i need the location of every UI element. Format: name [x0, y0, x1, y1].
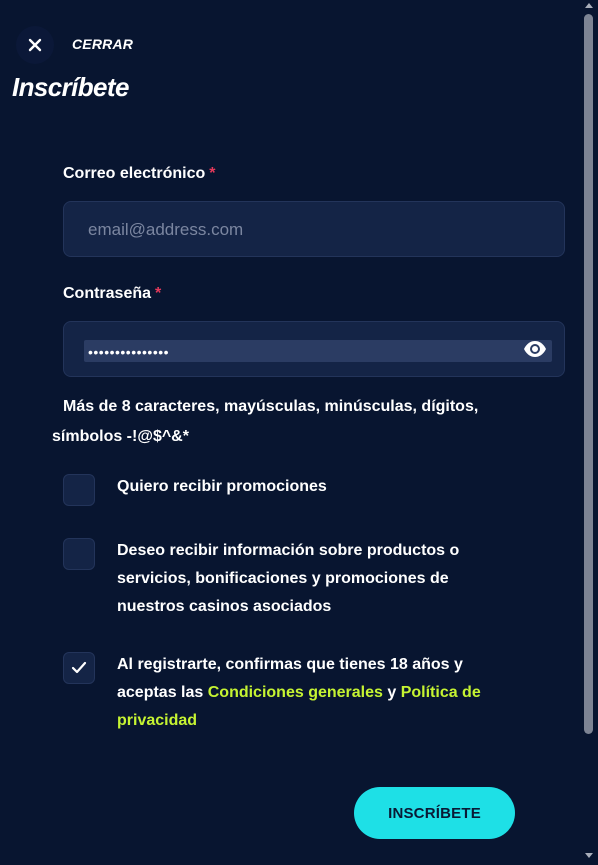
- email-input[interactable]: [86, 202, 550, 258]
- eye-icon: [524, 341, 546, 357]
- terms-checkbox[interactable]: [63, 652, 95, 684]
- password-label-text: Contraseña: [63, 285, 152, 302]
- email-label: Correo electrónico *: [63, 165, 216, 183]
- promotions-checkbox[interactable]: [63, 474, 95, 506]
- close-button[interactable]: [16, 26, 54, 64]
- check-icon: [71, 661, 87, 674]
- signup-submit-button[interactable]: INSCRÍBETE: [354, 787, 515, 839]
- email-field: [63, 201, 565, 258]
- terms-text-middle: y: [382, 684, 401, 701]
- scroll-up-arrow-icon[interactable]: [585, 3, 593, 8]
- password-field: [63, 321, 565, 377]
- scrollbar-thumb[interactable]: [584, 14, 593, 734]
- page-title: Inscríbete: [12, 72, 129, 102]
- promotions-checkbox-label[interactable]: Quiero recibir promociones: [117, 473, 517, 501]
- terms-checkbox-label: Al registrarte, confirmas que tienes 18 …: [117, 651, 517, 735]
- signup-panel: CERRAR Inscríbete Correo electrónico* Co…: [0, 0, 598, 865]
- password-label: Contraseña *: [63, 285, 161, 303]
- required-mark: *: [209, 165, 216, 182]
- scroll-down-arrow-icon[interactable]: [585, 853, 593, 858]
- required-mark: *: [155, 285, 162, 302]
- scrollbar[interactable]: [580, 0, 598, 865]
- partner-info-checkbox-label[interactable]: Deseo recibir información sobre producto…: [117, 537, 517, 621]
- email-label-text: Correo electrónico: [63, 165, 206, 182]
- password-requirements-hint: Más de 8 caracteres, mayúsculas, minúscu…: [52, 398, 479, 445]
- close-label[interactable]: CERRAR: [72, 36, 133, 52]
- toggle-password-visibility-button[interactable]: [522, 338, 548, 360]
- password-input[interactable]: [86, 340, 510, 364]
- terms-link[interactable]: Condiciones generales: [208, 684, 383, 701]
- partner-info-checkbox[interactable]: [63, 538, 95, 570]
- close-icon: [28, 38, 42, 52]
